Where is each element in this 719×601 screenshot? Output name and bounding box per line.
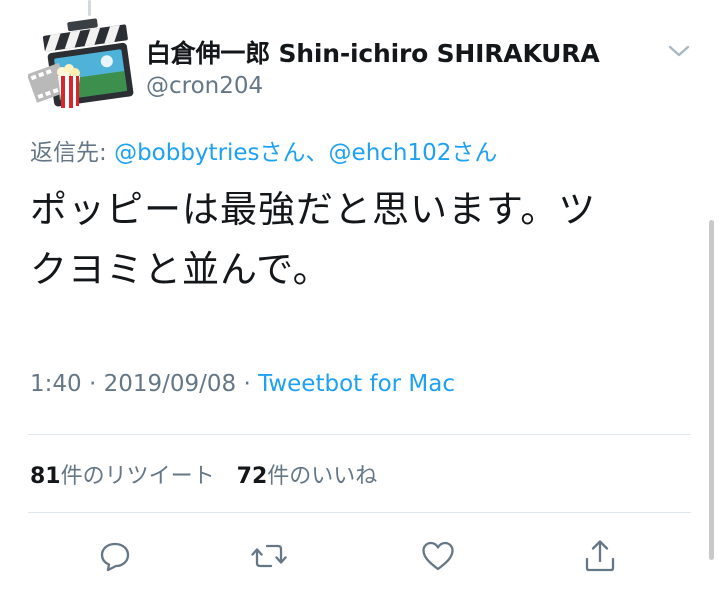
client-link[interactable]: Tweetbot for Mac (258, 371, 455, 397)
scrollbar[interactable] (709, 220, 714, 560)
reply-to-line: 返信先: @bobbytriesさん、@ehch102さん (30, 133, 497, 167)
action-bar (0, 530, 719, 586)
divider (28, 434, 691, 435)
timestamp: 1:40 · 2019/09/08 · (30, 371, 259, 397)
likes-count: 72 (236, 464, 268, 489)
engagement-stats: 81件のリツイート 72件のいいね (30, 458, 377, 490)
reply-bubble-icon (100, 542, 130, 572)
likes-label: 件のいいね (267, 464, 378, 489)
user-handle[interactable]: @cron204 (146, 73, 263, 99)
retweet-button[interactable] (249, 536, 289, 576)
share-button[interactable] (580, 536, 620, 576)
mention-link[interactable]: @bobbytries (114, 140, 259, 166)
mention-link[interactable]: @ehch102 (329, 140, 452, 166)
retweets-label: 件のリツイート (60, 464, 215, 489)
chevron-down-icon[interactable] (666, 42, 692, 60)
retweets-stat[interactable]: 81件のリツイート (30, 464, 215, 489)
divider (28, 512, 691, 513)
like-button[interactable] (418, 536, 458, 576)
tweet-text-line: クヨミと並んで。 (30, 248, 331, 291)
reply-button[interactable] (95, 536, 135, 576)
heart-icon (422, 541, 454, 571)
retweets-count: 81 (30, 464, 61, 489)
tweet-meta: 1:40 · 2019/09/08 · Tweetbot for Mac (30, 371, 455, 397)
tweet-text-line: ポッピーは最強だと思います。ツ (30, 188, 597, 231)
retweet-icon (251, 544, 287, 568)
tweet-text: ポッピーは最強だと思います。ツ クヨミと並んで。 (30, 180, 680, 300)
thread-connector-line (88, 0, 91, 16)
avatar[interactable] (28, 16, 140, 116)
share-upload-icon (585, 540, 615, 572)
display-name[interactable]: 白倉伸一郎 Shin-ichiro SHIRAKURA (146, 34, 600, 70)
mention-suffix[interactable]: さん、 (260, 140, 329, 166)
reply-prefix: 返信先: (30, 140, 115, 166)
mention-suffix[interactable]: さん (451, 140, 497, 166)
likes-stat[interactable]: 72件のいいね (237, 464, 378, 489)
